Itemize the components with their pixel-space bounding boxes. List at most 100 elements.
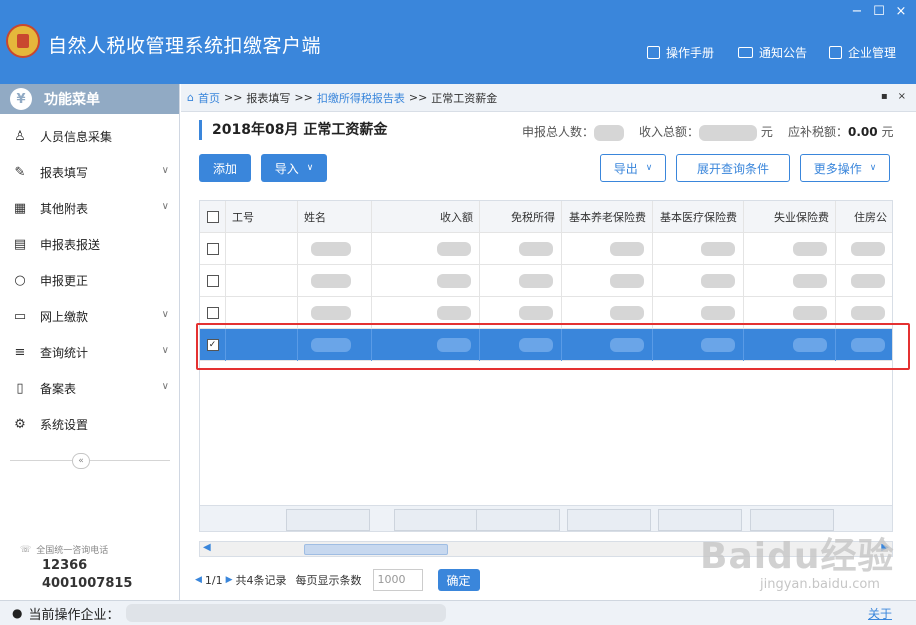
breadcrumb-item[interactable]: 报表填写 xyxy=(246,90,290,106)
chevron-down-icon: ∨ xyxy=(645,163,653,173)
sidebar-item-label: 人员信息采集 xyxy=(40,129,113,144)
per-page-input[interactable]: 1000 xyxy=(372,569,423,591)
column-header: 住房公 xyxy=(836,201,892,233)
table-cell xyxy=(226,265,298,297)
chevron-down-icon[interactable]: ∨ xyxy=(162,165,169,176)
sidebar-item-1[interactable]: ✎ 报表填写 ∨ xyxy=(0,154,179,190)
breadcrumb-item[interactable]: 扣缴所得税报告表 xyxy=(317,90,405,106)
sidebar-item-2[interactable]: ▦ 其他附表 ∨ xyxy=(0,190,179,226)
chevron-down-icon[interactable]: ∨ xyxy=(162,201,169,212)
scroll-thumb[interactable] xyxy=(304,544,448,555)
declarants-stat: 申报总人数： xyxy=(522,123,625,141)
footer-total-cell xyxy=(286,509,370,531)
table-cell xyxy=(653,233,744,265)
redacted-value xyxy=(701,242,735,256)
sidebar-item-0[interactable]: ♙ 人员信息采集 xyxy=(0,118,179,154)
sidebar-item-3[interactable]: ▤ 申报表报送 xyxy=(0,226,179,262)
hotline-number-1: 12366 xyxy=(42,558,88,573)
row-checkbox[interactable] xyxy=(206,307,219,319)
per-page-label: 每页显示条数 xyxy=(295,574,362,587)
redacted-value xyxy=(437,306,471,320)
redacted-value xyxy=(793,242,827,256)
notice-link[interactable]: 通知公告 xyxy=(738,44,807,61)
column-header: 基本养老保险费 xyxy=(562,201,653,233)
select-all-checkbox[interactable] xyxy=(206,211,219,223)
redacted-value xyxy=(519,306,553,320)
expand-query-button[interactable]: 展开查询条件 xyxy=(676,154,790,182)
redacted-value xyxy=(701,306,735,320)
person-icon: ♙ xyxy=(14,128,26,144)
redacted-value xyxy=(594,124,625,141)
column-header: 工号 xyxy=(226,201,298,233)
breadcrumb-current: 正常工资薪金 xyxy=(431,91,498,105)
row-checkbox[interactable] xyxy=(206,243,219,255)
divider xyxy=(10,460,170,461)
sidebar-item-label: 网上缴款 xyxy=(40,309,89,324)
minimize-button[interactable]: − xyxy=(847,4,867,19)
restore-tab-icon[interactable]: ▪ xyxy=(881,91,888,102)
row-checkbox[interactable] xyxy=(206,275,219,287)
redacted-value xyxy=(793,306,827,320)
column-header: 基本医疗保险费 xyxy=(653,201,744,233)
scroll-left-icon[interactable]: ◀ xyxy=(203,542,211,553)
column-header: 免税所得 xyxy=(480,201,562,233)
menu-title: 功能菜单 xyxy=(44,92,100,108)
manual-label: 操作手册 xyxy=(666,46,715,60)
redacted-value xyxy=(310,274,351,288)
form-summary: 2018年08月 正常工资薪金 申报总人数： 收入总额： 元 应补税额：0.00… xyxy=(199,120,899,142)
enterprise-label: 企业管理 xyxy=(848,46,897,60)
prev-page-icon[interactable]: ◀ xyxy=(195,575,202,585)
sidebar-item-5[interactable]: ▭ 网上缴款 ∨ xyxy=(0,298,179,334)
enterprise-link[interactable]: 企业管理 xyxy=(829,44,896,61)
redacted-value xyxy=(851,242,885,256)
title-bar: 自然人税收管理系统扣缴客户端 − ☐ × 操作手册 通知公告 企业管理 xyxy=(0,0,916,84)
menu-header: ¥ 功能菜单 xyxy=(0,84,179,114)
sidebar-item-7[interactable]: ▯ 备案表 ∨ xyxy=(0,370,179,406)
sidebar-item-8[interactable]: ⚙ 系统设置 xyxy=(0,406,179,442)
import-button[interactable]: 导入 ∨ xyxy=(261,154,327,182)
close-button[interactable]: × xyxy=(891,4,911,19)
folder-icon: ▭ xyxy=(13,308,27,324)
table-row[interactable] xyxy=(200,265,892,297)
file-icon: ▯ xyxy=(16,380,24,396)
declarants-label: 申报总人数： xyxy=(522,125,595,139)
chevron-down-icon[interactable]: ∨ xyxy=(162,345,169,356)
redacted-value xyxy=(610,274,644,288)
redacted-value xyxy=(437,242,471,256)
breadcrumb-home[interactable]: 首页 xyxy=(198,90,220,106)
more-ops-button[interactable]: 更多操作 ∨ xyxy=(800,154,890,182)
watermark: Baidu经验 xyxy=(700,536,895,577)
tax-emblem-logo xyxy=(6,24,40,58)
chevron-down-icon[interactable]: ∨ xyxy=(162,309,169,320)
collapse-sidebar-button[interactable]: « xyxy=(72,453,90,469)
close-tab-icon[interactable]: × xyxy=(898,91,906,102)
tax-stat: 应补税额：0.00 元 xyxy=(788,123,893,140)
grid-icon: ▦ xyxy=(13,200,27,216)
redacted-value xyxy=(310,306,351,320)
home-icon: ⌂ xyxy=(187,91,194,104)
next-page-icon[interactable]: ▶ xyxy=(226,575,233,585)
table-cell xyxy=(298,233,372,265)
table-cell xyxy=(744,265,836,297)
column-header: 收入额 xyxy=(372,201,480,233)
sidebar-item-6[interactable]: ≡ 查询统计 ∨ xyxy=(0,334,179,370)
sidebar-item-label: 查询统计 xyxy=(40,345,89,360)
table-cell xyxy=(653,265,744,297)
confirm-button[interactable]: 确定 xyxy=(437,569,480,591)
add-button[interactable]: 添加 xyxy=(199,154,251,182)
user-icon: ● xyxy=(12,606,23,620)
maximize-button[interactable]: ☐ xyxy=(869,4,889,19)
redacted-value xyxy=(610,306,644,320)
breadcrumb-sep: >> xyxy=(294,91,313,104)
send-doc-icon: ▤ xyxy=(13,236,27,252)
table-row[interactable] xyxy=(200,233,892,265)
redacted-value xyxy=(851,306,885,320)
sidebar-item-4[interactable]: ○ 申报更正 xyxy=(0,262,179,298)
chevron-down-icon[interactable]: ∨ xyxy=(162,381,169,392)
about-link[interactable]: 关于 xyxy=(868,605,892,622)
redacted-value xyxy=(519,242,553,256)
chevron-down-icon: ∨ xyxy=(306,163,314,173)
breadcrumb-sep: >> xyxy=(408,91,428,104)
manual-link[interactable]: 操作手册 xyxy=(647,44,714,61)
export-button[interactable]: 导出 ∨ xyxy=(600,154,666,182)
